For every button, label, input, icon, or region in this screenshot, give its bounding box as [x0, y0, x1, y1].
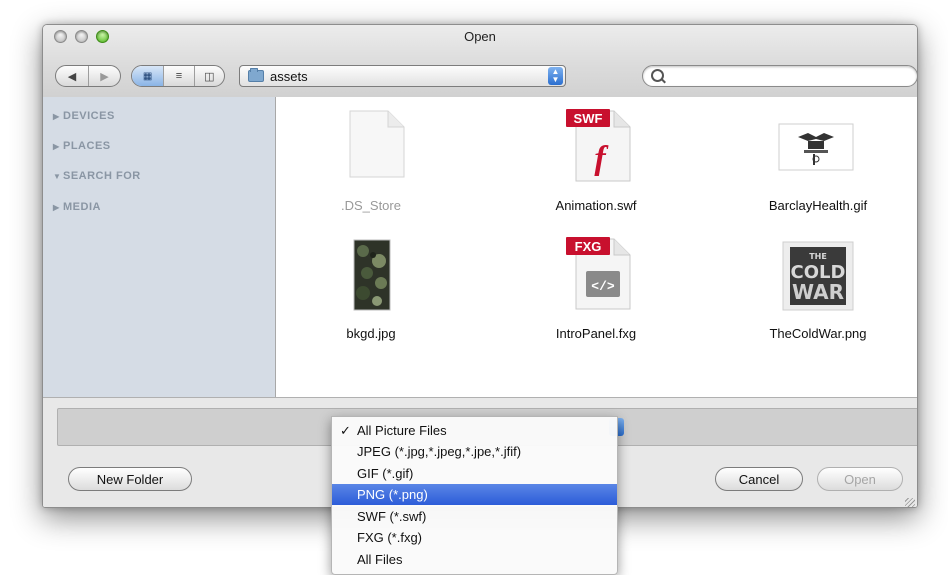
menu-item-jpeg[interactable]: JPEG (*.jpg,*.jpeg,*.jpe,*.jfif)	[332, 441, 617, 462]
file-browser: .DS_Store SWF f Animation.swf BarclayHea…	[276, 97, 917, 397]
menu-item-gif[interactable]: GIF (*.gif)	[332, 463, 617, 484]
sidebar-item-media[interactable]: ▶ MEDIA	[53, 201, 101, 213]
sidebar-item-label: SEARCH FOR	[63, 170, 141, 182]
icon-grid-icon: ▦	[142, 70, 153, 82]
file-item[interactable]: .DS_Store	[291, 105, 451, 225]
search-field[interactable]	[642, 65, 917, 87]
fxg-document-icon: FXG </>	[566, 237, 631, 310]
file-name: IntroPanel.fxg	[555, 326, 637, 341]
blank-document-icon	[349, 110, 405, 178]
folder-icon	[248, 68, 264, 82]
window-title: Open	[464, 29, 496, 44]
list-view-button[interactable]: ≡	[163, 66, 193, 86]
file-item[interactable]: bkgd.jpg	[291, 233, 451, 353]
location-label: assets	[270, 69, 308, 84]
camouflage-image-thumbnail-icon	[353, 239, 391, 311]
file-item[interactable]: FXG </> IntroPanel.fxg	[516, 233, 676, 353]
disclosure-triangle-icon: ▶	[53, 142, 60, 151]
disclosure-triangle-icon: ▶	[53, 112, 60, 121]
cancel-button[interactable]: Cancel	[715, 467, 803, 491]
open-button[interactable]: Open	[817, 467, 903, 491]
sidebar: ▶ DEVICES ▶ PLACES ▼ SEARCH FOR ▶ MEDIA	[43, 97, 276, 397]
checkmark-icon: ✓	[340, 423, 351, 438]
back-forward-control: ◀ ▶	[55, 65, 121, 87]
file-name: bkgd.jpg	[346, 326, 396, 341]
new-folder-button[interactable]: New Folder	[68, 467, 192, 491]
view-mode-control: ▦ ≡ ◫	[131, 65, 225, 87]
popup-arrows-icon: ▲ ▼	[548, 67, 563, 85]
swf-document-icon: SWF f	[566, 109, 631, 182]
menu-item-label: All Picture Files	[357, 423, 447, 438]
file-item[interactable]: SWF f Animation.swf	[516, 105, 676, 225]
sidebar-item-label: MEDIA	[63, 201, 101, 213]
file-item[interactable]: BarclayHealth.gif	[738, 105, 898, 225]
file-name: .DS_Store	[341, 198, 401, 213]
disclosure-triangle-open-icon: ▼	[53, 172, 62, 181]
menu-item-all-files[interactable]: All Files	[332, 549, 617, 570]
search-icon	[651, 69, 664, 82]
disclosure-triangle-icon: ▶	[53, 203, 60, 212]
menu-item-label: FXG (*.fxg)	[357, 530, 423, 545]
forward-arrow-icon: ▶	[100, 70, 109, 83]
code-tag-glyph: </>	[591, 279, 615, 294]
swf-badge-text: SWF	[574, 111, 603, 126]
file-name: BarclayHealth.gif	[768, 198, 868, 213]
forward-button[interactable]: ▶	[87, 66, 120, 86]
svg-text:THE: THE	[809, 252, 827, 261]
menu-item-fxg[interactable]: FXG (*.fxg)	[332, 527, 617, 548]
barclay-health-thumbnail-icon	[778, 123, 854, 171]
sidebar-item-devices[interactable]: ▶ DEVICES	[53, 110, 115, 122]
columns-icon: ◫	[204, 70, 215, 83]
back-button[interactable]: ◀	[56, 66, 88, 86]
menu-item-png[interactable]: PNG (*.png)	[332, 484, 617, 505]
file-name: Animation.swf	[555, 198, 637, 213]
location-popup[interactable]: assets ▲ ▼	[239, 65, 566, 87]
menu-item-swf[interactable]: SWF (*.swf)	[332, 506, 617, 527]
sidebar-item-label: PLACES	[63, 140, 111, 152]
file-item[interactable]: THE COLD WAR TheColdWar.png	[738, 233, 898, 353]
file-type-menu: ✓ All Picture Files JPEG (*.jpg,*.jpeg,*…	[331, 416, 618, 575]
menu-item-label: JPEG (*.jpg,*.jpeg,*.jpe,*.jfif)	[357, 444, 522, 459]
menu-item-label: All Files	[357, 552, 403, 567]
svg-text:WAR: WAR	[792, 280, 844, 304]
cold-war-poster-thumbnail-icon: THE COLD WAR	[782, 241, 854, 311]
search-input[interactable]	[669, 68, 893, 86]
menu-item-all-picture-files[interactable]: ✓ All Picture Files	[332, 420, 617, 441]
back-arrow-icon: ◀	[67, 70, 77, 83]
list-lines-icon: ≡	[175, 70, 183, 82]
column-view-button[interactable]: ◫	[193, 66, 224, 86]
file-name: TheColdWar.png	[769, 326, 867, 341]
menu-item-label: PNG (*.png)	[357, 487, 428, 502]
menu-item-label: GIF (*.gif)	[357, 466, 414, 481]
fxg-badge-text: FXG	[575, 239, 602, 254]
resize-grip-icon[interactable]	[905, 498, 915, 507]
menu-item-label: SWF (*.swf)	[357, 509, 427, 524]
icon-view-button[interactable]: ▦	[132, 66, 164, 86]
sidebar-item-label: DEVICES	[63, 110, 115, 122]
sidebar-item-search-for[interactable]: ▼ SEARCH FOR	[53, 170, 141, 182]
sidebar-item-places[interactable]: ▶ PLACES	[53, 140, 111, 152]
